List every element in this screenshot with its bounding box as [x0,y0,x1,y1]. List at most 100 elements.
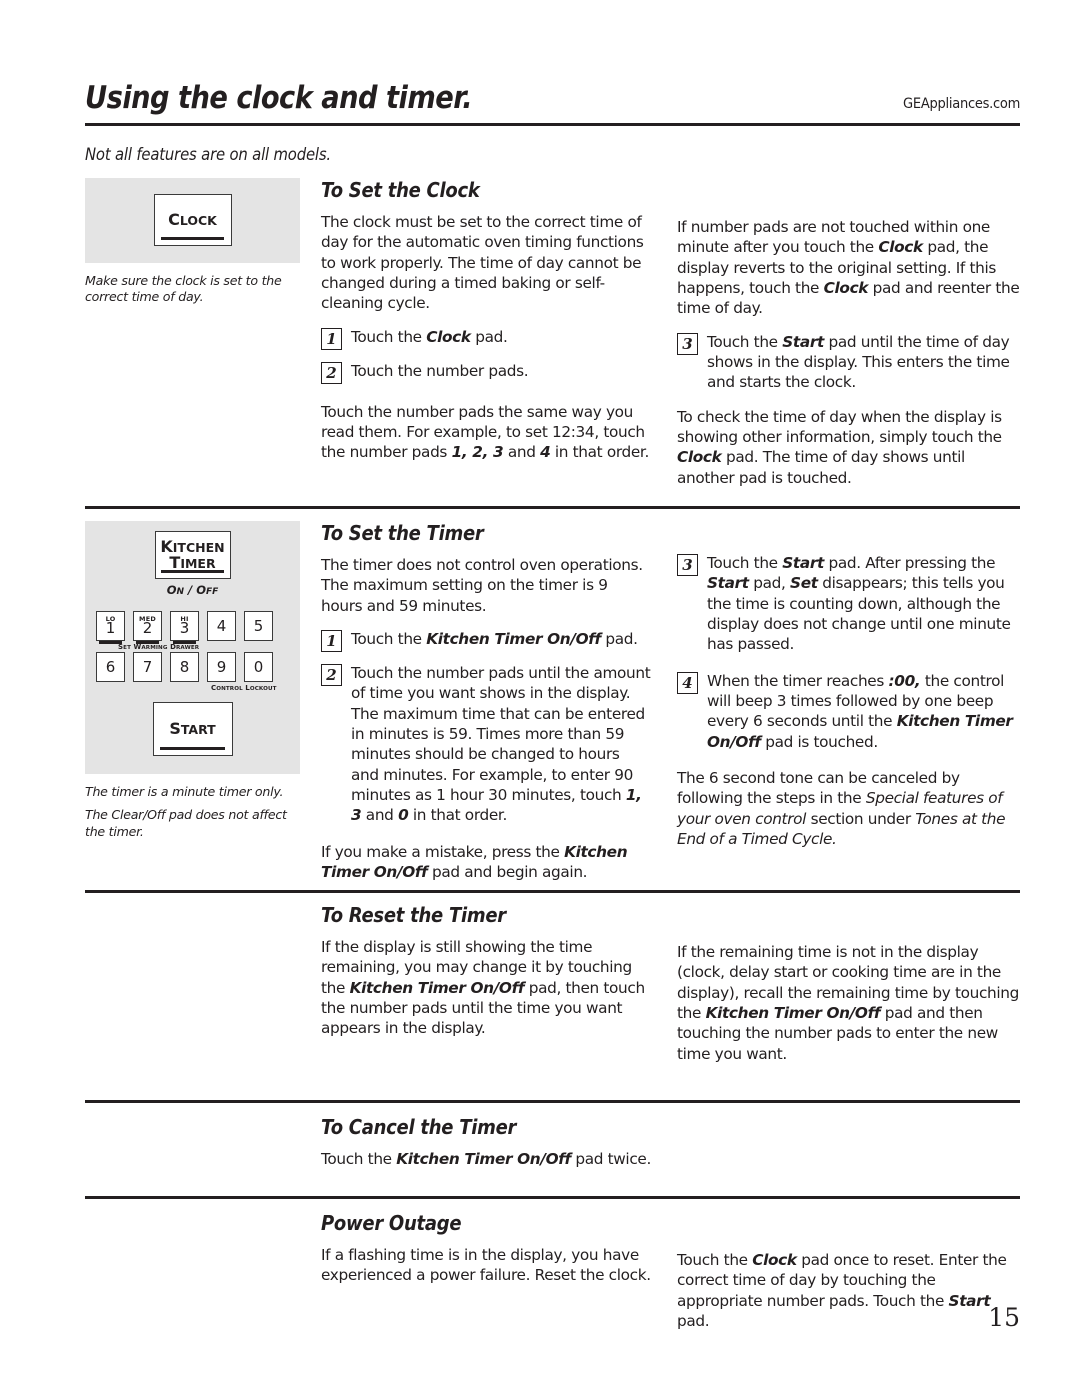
power-outage-left-text: If a flashing time is in the display, yo… [321,1246,651,1285]
set-timer-left-column: To Set the Timer The timer does not cont… [321,521,651,895]
kitchen-timer-pad-underline [161,569,224,573]
page-title: Using the clock and timer. [85,80,473,116]
keypad-row-2: 6 7 8 9 0 [96,652,273,682]
section-heading-reset-timer: To Reset the Timer [321,903,506,927]
power-outage-right-column: Touch the Clock pad once to reset. Enter… [677,1211,1020,1344]
power-outage-right-text: Touch the Clock pad once to reset. Enter… [677,1251,1007,1331]
key-mini-label: HI [180,614,189,623]
step-number: 1 [321,630,342,653]
number-key-6[interactable]: 6 [96,652,125,682]
step-number: 4 [677,671,698,694]
page-header: Using the clock and timer. GEAppliances.… [85,82,1020,126]
step-text: When the timer reaches :00, the control … [707,671,1013,751]
page-subtitle: Not all features are on all models. [85,145,331,164]
keypad-row-1: LO 1 MED 2 HI 3 4 5 [96,611,273,644]
control-lockout-caption: CONTROL LOCKOUT [211,684,277,692]
divider-rule [85,1196,1020,1199]
divider-rule [85,1100,1020,1103]
step-text: Touch the Start pad until the time of da… [707,332,1010,392]
divider-rule [85,506,1020,509]
section-heading-set-clock: To Set the Clock [321,178,480,202]
set-clock-right-column: If number pads are not touched within on… [677,178,1020,501]
key-digit: 5 [253,617,264,635]
cancel-timer-column: To Cancel the Timer Touch the Kitchen Ti… [321,1115,881,1182]
reset-timer-left-column: To Reset the Timer If the display is sti… [321,903,651,1052]
number-key-2[interactable]: MED 2 [133,611,162,644]
cancel-timer-text: Touch the Kitchen Timer On/Off pad twice… [321,1150,651,1168]
step-item: 3 Touch the Start pad. After pressing th… [677,553,1020,655]
site-url[interactable]: GEAppliances.com [903,96,1020,115]
set-clock-outro: Touch the number pads the same way you r… [321,402,649,462]
step-item: 4 When the timer reaches :00, the contro… [677,671,1020,752]
reset-timer-right-column: If the remaining time is not in the disp… [677,903,1020,1077]
number-key-1[interactable]: LO 1 [96,611,125,644]
number-key-8[interactable]: 8 [170,652,199,682]
reset-timer-left-text: If the display is still showing the time… [321,938,645,1038]
step-text: Touch the number pads. [351,361,529,380]
key-digit: 6 [105,658,116,676]
clock-art-column: CLOCK Make sure the clock is set to the … [85,178,300,313]
kitchen-timer-pad-label: KITCHEN TIMER [160,537,225,572]
set-timer-right-column: 3 Touch the Start pad. After pressing th… [677,521,1020,862]
step-number: 3 [677,332,698,355]
power-outage-left-column: Power Outage If a flashing time is in th… [321,1211,651,1299]
clock-pad-label: CLOCK [168,210,217,229]
section-heading-set-timer: To Set the Timer [321,521,484,545]
step-number: 2 [321,664,342,687]
kitchen-timer-panel-illustration: KITCHEN TIMER ON / OFF LO 1 MED 2 HI 3 4 5 … [85,521,300,774]
step-text: Touch the Kitchen Timer On/Off pad. [351,630,638,649]
step-text: Touch the Clock pad. [351,327,508,346]
clock-pad-illustration: CLOCK [85,178,300,263]
key-digit: 8 [179,658,190,676]
start-pad-label: START [169,719,216,738]
clock-pad-graphic: CLOCK [153,194,232,246]
on-off-label: ON / OFF [166,583,219,597]
number-key-9[interactable]: 9 [207,652,236,682]
timer-art-caption: The timer is a minute timer only. The Cl… [85,784,300,840]
clock-pad-underline [160,236,225,240]
kitchen-timer-pad-graphic: KITCHEN TIMER [154,531,231,579]
set-clock-right-intro: If number pads are not touched within on… [677,218,1020,318]
key-mini-label: MED [139,614,156,623]
step-number: 2 [321,361,342,384]
number-key-3[interactable]: HI 3 [170,611,199,644]
step-text: Touch the number pads until the amount o… [351,664,651,825]
clock-art-caption: Make sure the clock is set to the correc… [85,273,300,306]
section-heading-power-outage: Power Outage [321,1211,462,1235]
set-timer-outro: If you make a mistake, press the Kitchen… [321,842,628,882]
header-rule [85,122,1020,126]
set-timer-intro: The timer does not control oven operatio… [321,556,643,615]
set-clock-intro: The clock must be set to the correct tim… [321,213,644,313]
divider-rule [85,890,1020,893]
reset-timer-right-text: If the remaining time is not in the disp… [677,943,1019,1063]
page-number: 15 [988,1303,1020,1332]
number-key-4[interactable]: 4 [207,611,236,641]
step-item: 1 Touch the Clock pad. [321,327,651,350]
step-item: 3 Touch the Start pad until the time of … [677,332,1020,393]
set-warming-drawer-caption: SET WARMING DRAWER [118,643,200,651]
key-digit: 7 [142,658,153,676]
manual-page: Using the clock and timer. GEAppliances.… [0,0,1080,1397]
start-pad-graphic: START [152,702,233,756]
number-key-0[interactable]: 0 [244,652,273,682]
timer-art-column: KITCHEN TIMER ON / OFF LO 1 MED 2 HI 3 4 5 … [85,521,300,847]
step-text: Touch the Start pad. After pressing the … [707,554,1011,654]
key-digit: 9 [216,658,227,676]
step-item: 2 Touch the number pads until the amount… [321,663,651,826]
start-pad-underline [159,746,226,750]
step-item: 2 Touch the number pads. [321,361,651,384]
clock-caption-text: Make sure the clock is set to the correc… [85,273,282,305]
set-timer-right-outro: The 6 second tone can be canceled by fol… [677,769,1006,849]
set-clock-left-column: To Set the Clock The clock must be set t… [321,178,651,476]
section-heading-cancel-timer: To Cancel the Timer [321,1115,517,1139]
number-key-7[interactable]: 7 [133,652,162,682]
number-key-5[interactable]: 5 [244,611,273,641]
timer-caption-line-2: The Clear/Off pad does not affect the ti… [85,807,287,839]
set-clock-right-outro: To check the time of day when the displa… [677,407,1002,487]
key-mini-label: LO [105,614,116,623]
step-number: 3 [677,554,698,576]
step-number: 1 [321,327,342,350]
key-digit: 0 [253,658,264,676]
timer-caption-line-1: The timer is a minute timer only. [85,784,284,799]
key-digit: 4 [216,617,227,635]
